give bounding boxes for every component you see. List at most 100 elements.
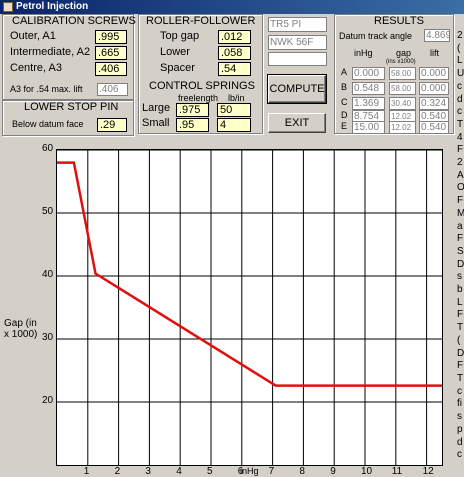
right-edge-char: F bbox=[457, 233, 464, 245]
right-edge-char: 2 bbox=[457, 157, 463, 169]
x-tick-label: 11 bbox=[391, 466, 403, 477]
right-edge-char: fi bbox=[457, 398, 462, 410]
right-edge-char: p bbox=[457, 423, 463, 435]
right-edge-char: b bbox=[457, 284, 463, 296]
row-label-b: B bbox=[341, 82, 348, 92]
right-edge-char: ( bbox=[457, 334, 461, 346]
spacer-label: Spacer bbox=[160, 62, 195, 74]
y-tick-label: 30 bbox=[42, 332, 54, 343]
roller-heading: ROLLER-FOLLOWER bbox=[146, 15, 256, 27]
inhg-col: inHg bbox=[354, 48, 373, 58]
lower-input[interactable]: .058 bbox=[218, 46, 251, 60]
info-field-3[interactable] bbox=[268, 52, 327, 66]
result-c-inhg: 1.369 bbox=[352, 97, 385, 110]
x-tick-label: 4 bbox=[176, 466, 182, 477]
x-tick-label: 10 bbox=[361, 466, 373, 477]
intermediate-label: Intermediate, A2 bbox=[10, 46, 91, 58]
rate-col: lb/in bbox=[228, 93, 245, 103]
right-edge-char: s bbox=[457, 411, 462, 423]
lower-stop-heading: LOWER STOP PIN bbox=[24, 101, 119, 113]
window-title: Petrol Injection bbox=[16, 1, 89, 12]
result-e-inhg: 15.00 bbox=[352, 121, 385, 134]
calibration-heading: CALIBRATION SCREWS bbox=[12, 15, 136, 27]
right-edge-char: c bbox=[457, 449, 462, 461]
small-freelength-input[interactable]: .95 bbox=[176, 118, 209, 132]
x-tick-label: 5 bbox=[207, 466, 213, 477]
right-edge-char: S bbox=[457, 245, 464, 257]
right-edge-char: F bbox=[457, 195, 464, 207]
app-icon bbox=[3, 2, 13, 12]
series-line bbox=[57, 161, 442, 387]
right-edge-char: c bbox=[457, 106, 462, 118]
datum-angle-value: 4.869 bbox=[424, 29, 450, 42]
result-a-lift: 0.000 bbox=[419, 67, 449, 80]
right-edge-char: d bbox=[457, 93, 463, 105]
gap-chart bbox=[56, 149, 443, 466]
result-c-lift: 0.324 bbox=[419, 97, 449, 110]
result-e-gap: 12.02 bbox=[389, 121, 416, 134]
row-label-c: C bbox=[341, 97, 348, 107]
right-edge-char: M bbox=[457, 207, 464, 219]
results-heading: RESULTS bbox=[374, 15, 424, 27]
result-b-inhg: 0.548 bbox=[352, 82, 385, 95]
row-label-a: A bbox=[341, 67, 348, 77]
result-b-gap: 58.00 bbox=[389, 82, 416, 95]
chart-ylabel: Gap (in x 1000) bbox=[4, 318, 38, 340]
top-gap-input[interactable]: .012 bbox=[218, 30, 251, 44]
springs-heading: CONTROL SPRINGS bbox=[149, 80, 255, 92]
below-datum-input[interactable]: .29 bbox=[97, 118, 127, 132]
freelength-col: freelength bbox=[178, 93, 219, 103]
right-edge-char: 4 bbox=[457, 131, 463, 143]
right-edge-char: c bbox=[457, 80, 462, 92]
spacer-input[interactable]: .54 bbox=[218, 62, 251, 76]
right-edge-char: d bbox=[457, 436, 463, 448]
x-tick-label: 7 bbox=[268, 466, 275, 477]
gap-chart-svg bbox=[57, 150, 442, 465]
small-rate-input[interactable]: 4 bbox=[217, 118, 251, 132]
outer-label: Outer, A1 bbox=[10, 30, 56, 42]
outer-input[interactable]: .995 bbox=[95, 30, 127, 44]
exit-button[interactable]: EXIT bbox=[268, 113, 326, 133]
large-freelength-input[interactable]: .975 bbox=[176, 103, 209, 117]
right-edge-char: s bbox=[457, 271, 462, 283]
gap-col-sub: (ins x1000) bbox=[386, 59, 416, 65]
a3-max-lift-label: A3 for .54 max. lift bbox=[10, 84, 83, 94]
below-datum-label: Below datum face bbox=[12, 119, 84, 129]
x-tick-label: 1 bbox=[83, 466, 90, 477]
right-edge-char: U bbox=[457, 68, 464, 80]
right-edge-notes: 2(L Uc d c T 4 F 2 A O F Ma F S Ds b L F T(D F Tc fi s p d c bbox=[457, 30, 464, 475]
right-edge-char: T bbox=[457, 372, 464, 384]
right-edge-char: ( bbox=[457, 42, 461, 54]
centre-label: Centre, A3 bbox=[10, 62, 62, 74]
large-rate-input[interactable]: 50 bbox=[217, 103, 251, 117]
x-tick-label: 2 bbox=[114, 466, 121, 477]
right-edge-char: L bbox=[457, 296, 463, 308]
right-edge-char: c bbox=[457, 385, 462, 397]
right-edge-char: A bbox=[457, 169, 464, 181]
y-tick-label: 20 bbox=[42, 395, 54, 406]
result-b-lift: 0.000 bbox=[419, 82, 449, 95]
centre-input[interactable]: .406 bbox=[95, 62, 127, 76]
result-e-lift: 0.540 bbox=[419, 121, 449, 134]
x-tick-label: 8 bbox=[299, 466, 305, 477]
lift-col: lift bbox=[430, 48, 439, 58]
y-tick-label: 60 bbox=[42, 143, 54, 154]
title-bar: Petrol Injection bbox=[0, 0, 464, 14]
result-a-inhg: 0.000 bbox=[352, 67, 385, 80]
right-edge-char: F bbox=[457, 144, 464, 156]
row-label-d: D bbox=[341, 110, 348, 120]
info-field-1[interactable]: TR5 PI bbox=[268, 17, 327, 32]
right-edge-char: D bbox=[457, 258, 464, 270]
compute-button[interactable]: COMPUTE bbox=[267, 74, 327, 104]
top-gap-label: Top gap bbox=[160, 30, 200, 42]
y-tick-label: 40 bbox=[42, 269, 54, 280]
x-tick-label: 9 bbox=[330, 466, 336, 477]
info-field-2[interactable]: NWK 56F bbox=[268, 35, 327, 50]
datum-angle-label: Datum track angle bbox=[339, 31, 413, 41]
row-label-e: E bbox=[341, 121, 348, 131]
right-edge-char: F bbox=[457, 309, 464, 321]
small-spring-label: Small bbox=[142, 117, 170, 129]
intermediate-input[interactable]: .665 bbox=[95, 46, 127, 60]
large-spring-label: Large bbox=[142, 102, 171, 114]
right-edge-char: T bbox=[457, 118, 464, 130]
